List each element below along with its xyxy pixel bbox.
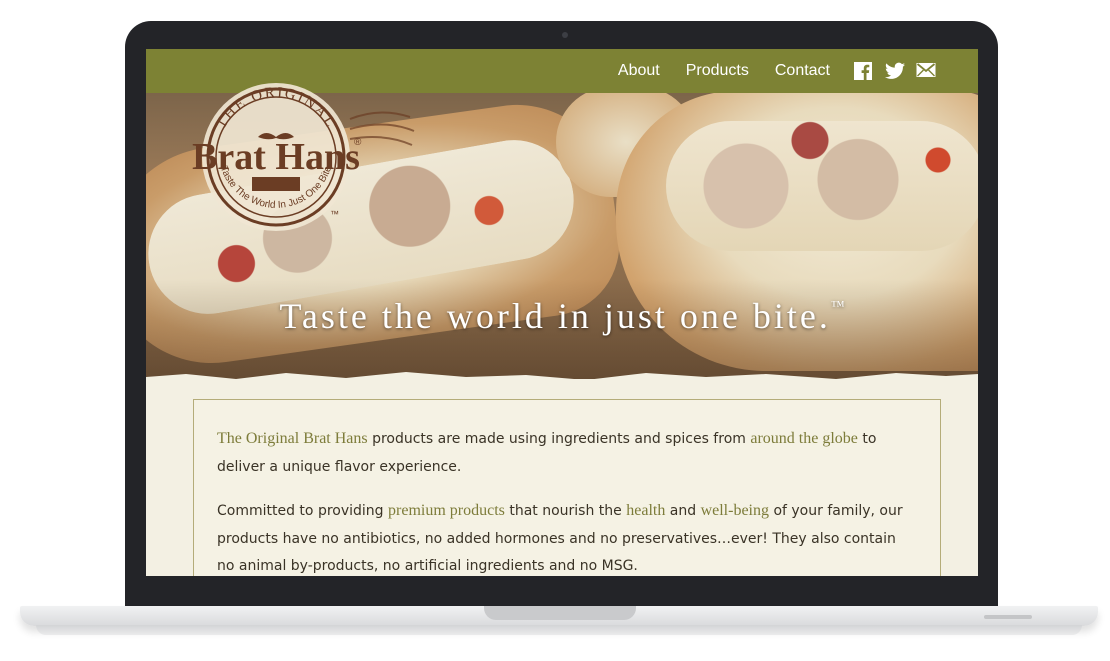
brand-highlight: The Original Brat Hans [217, 430, 368, 447]
nav-products-link[interactable]: Products [686, 62, 749, 80]
social-links [854, 62, 936, 80]
sandwich-filling-right [666, 121, 978, 251]
paragraph-2-text-c: and [665, 503, 701, 519]
hero-tagline: Taste the world in just one bite.™ [146, 295, 978, 337]
main-nav: About Products Contact [618, 49, 830, 93]
laptop-indicator [984, 615, 1032, 619]
nav-contact-link[interactable]: Contact [775, 62, 830, 80]
intro-paragraph-2: Committed to providing premium products … [217, 497, 907, 576]
laptop-opening-notch [484, 606, 636, 620]
mail-icon[interactable] [916, 62, 936, 80]
intro-card: The Original Brat Hans products are made… [193, 399, 941, 576]
premium-highlight: premium products [388, 502, 505, 519]
logo-name: Brat Hans [192, 136, 360, 178]
paragraph-2-text-a: Committed to providing [217, 503, 389, 519]
health-highlight: health [626, 502, 666, 519]
facebook-icon[interactable] [854, 62, 872, 80]
paragraph-2-text-b: that nourish the [504, 503, 627, 519]
website-screen: Taste the world in just one bite.™ About… [146, 49, 978, 576]
hero-tagline-text: Taste the world in just one bite. [279, 296, 831, 336]
twitter-icon[interactable] [885, 62, 905, 80]
hero-tagline-tm: ™ [830, 299, 845, 314]
logo-registered: ® [354, 137, 362, 148]
globe-highlight: around the globe [750, 430, 858, 447]
paragraph-1-text-a: products are made using ingredients and … [367, 431, 751, 447]
logo-trademark: ™ [330, 209, 339, 219]
brat-hans-logo[interactable]: THE ORIGINAL Brat Hans ® Taste The World… [180, 67, 420, 237]
nav-about-link[interactable]: About [618, 62, 660, 80]
laptop-base-bottom [36, 625, 1082, 635]
intro-paragraph-1: The Original Brat Hans products are made… [217, 425, 907, 481]
wellbeing-highlight: well-being [700, 502, 769, 519]
camera-icon [562, 32, 568, 38]
